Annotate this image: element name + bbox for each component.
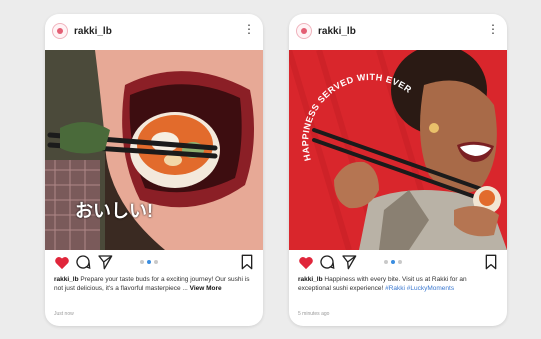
avatar[interactable] — [52, 23, 68, 39]
woman-eating-sushi-photo: HAPPINESS SERVED WITH EVERY ROLL — [289, 50, 507, 250]
more-icon[interactable]: ⋮ — [243, 23, 255, 35]
username[interactable]: rakki_lb — [74, 26, 112, 37]
heart-icon[interactable] — [297, 253, 315, 271]
post-actions — [289, 251, 507, 273]
more-icon[interactable]: ⋮ — [487, 23, 499, 35]
caption-username[interactable]: rakki_lb — [298, 276, 323, 283]
carousel-indicator — [384, 260, 402, 264]
caption: rakki_lb Happiness with every bite. Visi… — [298, 276, 497, 293]
caption: rakki_lb Prepare your taste buds for a e… — [54, 276, 253, 293]
caption-username[interactable]: rakki_lb — [54, 276, 79, 283]
post-image[interactable]: おいしい! — [45, 50, 263, 250]
instagram-post-2: rakki_lb ⋮ HAPPINESS SERVED WITH EVERY R… — [289, 14, 507, 326]
comment-icon[interactable] — [318, 253, 336, 271]
username[interactable]: rakki_lb — [318, 26, 356, 37]
carousel-dot — [140, 260, 144, 264]
avatar[interactable] — [296, 23, 312, 39]
post-time: 5 minutes ago — [298, 311, 330, 317]
bookmark-icon[interactable] — [482, 253, 500, 271]
post-image[interactable]: HAPPINESS SERVED WITH EVERY ROLL — [289, 50, 507, 250]
post-time: Just now — [54, 311, 74, 317]
heart-icon[interactable] — [53, 253, 71, 271]
post-actions — [45, 251, 263, 273]
comment-icon[interactable] — [74, 253, 92, 271]
send-icon[interactable] — [96, 253, 114, 271]
bookmark-icon[interactable] — [238, 253, 256, 271]
carousel-dot-active — [391, 260, 395, 264]
instagram-post-1: rakki_lb ⋮ おいしい! rakki_lb Prepare your t… — [45, 14, 263, 326]
carousel-dot — [384, 260, 388, 264]
carousel-dot — [398, 260, 402, 264]
carousel-indicator — [140, 260, 158, 264]
post-header: rakki_lb ⋮ — [45, 14, 263, 50]
carousel-dot — [154, 260, 158, 264]
carousel-dot-active — [147, 260, 151, 264]
hashtags[interactable]: #Rakki #LuckyMoments — [385, 285, 454, 292]
post-header: rakki_lb ⋮ — [289, 14, 507, 50]
overlay-text: おいしい! — [75, 201, 153, 221]
send-icon[interactable] — [340, 253, 358, 271]
view-more-link[interactable]: View More — [190, 285, 222, 292]
